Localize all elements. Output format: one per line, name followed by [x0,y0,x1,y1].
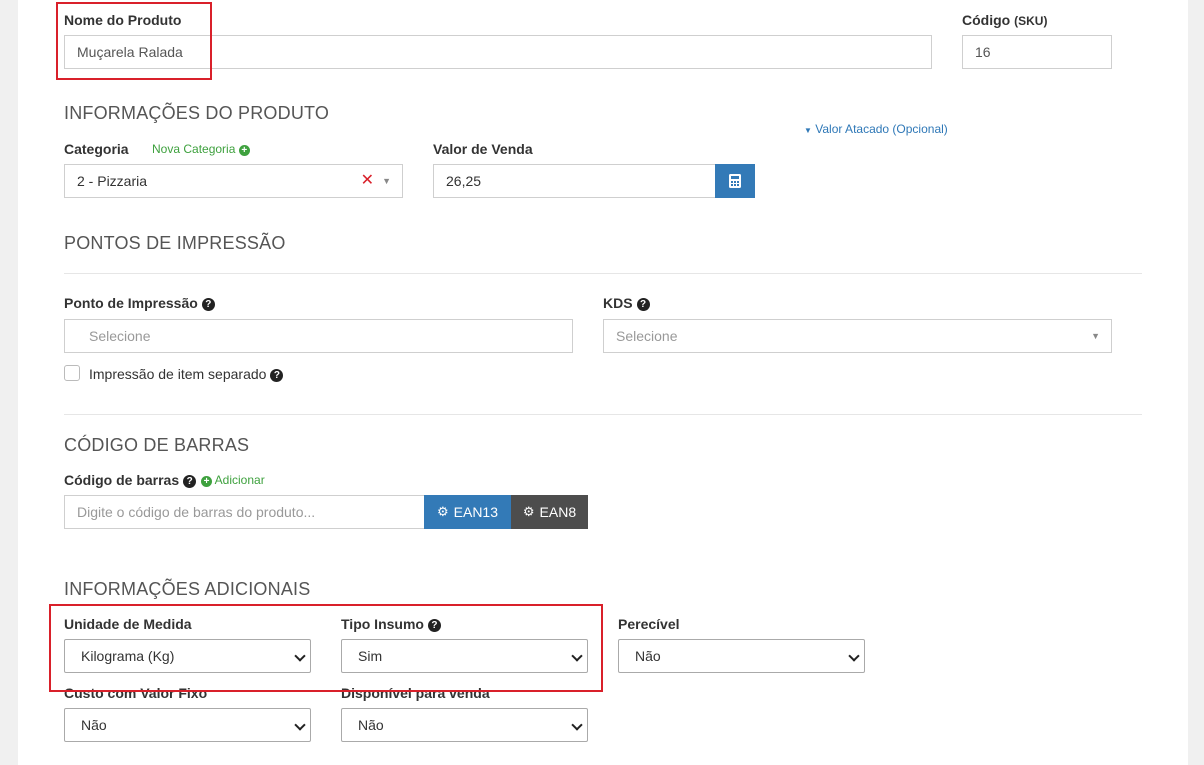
calculator-icon [729,174,741,188]
perishable-select[interactable]: Não [618,639,865,673]
chevron-down-icon: ▼ [382,176,391,186]
divider [64,273,1142,274]
code-label: Código (SKU) [962,12,1048,28]
perishable-label: Perecível [618,616,680,632]
barcode-label: Código de barras? [64,472,197,488]
chevron-down-icon [571,719,583,731]
price-input[interactable]: 26,25 [433,164,716,198]
price-label: Valor de Venda [433,141,533,157]
new-category-link[interactable]: Nova Categoria + [152,142,250,156]
highlight-unit-input-type [49,604,603,692]
caret-down-icon: ▼ [804,126,812,135]
kds-select[interactable]: Selecione ▼ [603,319,1112,353]
wholesale-link[interactable]: ▼ Valor Atacado (Opcional) [804,122,948,136]
fixed-cost-select[interactable]: Não [64,708,311,742]
divider [64,414,1142,415]
plus-circle-icon: + [238,145,250,156]
section-title-additional-info: INFORMAÇÕES ADICIONAIS [64,579,311,599]
kds-label: KDS? [603,295,650,311]
chevron-down-icon [294,719,306,731]
barcode-input[interactable]: Digite o código de barras do produto... [64,495,425,529]
highlight-product-name [56,2,212,80]
product-form: Nome do Produto Muçarela Ralada Código (… [18,0,1188,765]
print-point-label: Ponto de Impressão? [64,295,215,311]
section-title-print-points: PONTOS DE IMPRESSÃO [64,233,286,253]
category-label: Categoria [64,141,129,157]
question-circle-icon: ? [636,298,650,311]
category-select[interactable]: 2 - Pizzaria ✕ ▼ [64,164,403,198]
question-circle-icon: ? [201,298,215,311]
section-title-barcode: CÓDIGO DE BARRAS [64,435,250,455]
print-point-select[interactable]: Selecione [64,319,573,353]
gear-icon: ⚙ [436,504,449,519]
chevron-down-icon: ▼ [1091,331,1100,341]
ean13-button[interactable]: ⚙ EAN13 [424,495,511,529]
ean8-button[interactable]: ⚙ EAN8 [511,495,588,529]
section-title-product-info: INFORMAÇÕES DO PRODUTO [64,103,330,123]
calculator-button[interactable] [715,164,755,198]
question-circle-icon: ? [270,369,284,382]
available-select[interactable]: Não [341,708,588,742]
separate-print-label: Impressão de item separado? [89,366,284,382]
add-barcode-link[interactable]: + Adicionar [201,473,265,487]
plus-circle-icon: + [201,476,212,487]
separate-print-checkbox[interactable] [64,365,80,381]
chevron-down-icon [848,650,860,662]
code-input[interactable]: 16 [962,35,1112,69]
gear-icon: ⚙ [522,504,535,519]
question-circle-icon: ? [183,475,197,488]
clear-x-icon[interactable]: ✕ [361,165,374,197]
